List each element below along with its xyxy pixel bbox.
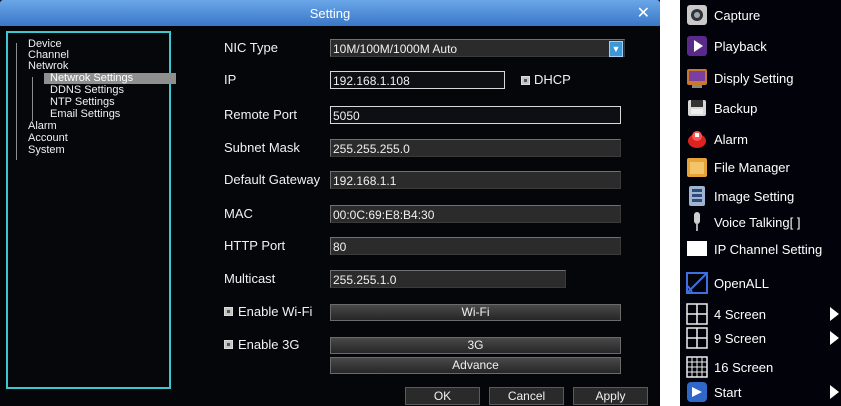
subnet-mask-field[interactable]: 255.255.255.0 [330,139,621,157]
menu-item-alarm[interactable]: Alarm [684,128,834,152]
menu-item-label: 4 Screen [714,307,767,322]
chevron-right-icon [830,385,839,399]
folder-icon [687,158,707,177]
menu-item-label: Image Setting [714,189,795,204]
menu-item-backup[interactable]: Backup [684,97,834,121]
camera-icon [687,5,707,25]
http-port-label: HTTP Port [224,238,286,253]
tree-item-system[interactable]: System [28,145,65,156]
menu-item-open-all[interactable]: OpenALL [684,272,834,296]
multicast-field[interactable]: 255.255.1.0 [330,270,566,288]
microphone-icon [694,212,700,231]
enable-wifi-label: Enable Wi-Fi [238,304,313,319]
tree-item-ntp-settings[interactable]: NTP Settings [50,97,115,108]
default-gateway-label: Default Gateway [224,172,321,187]
ip-label: IP [224,72,237,87]
enable-wifi-checkbox[interactable] [224,307,233,316]
ok-button[interactable]: OK [405,387,480,405]
advance-button[interactable]: Advance [330,357,621,374]
subnet-mask-label: Subnet Mask [224,140,300,155]
chevron-down-icon[interactable]: ▼ [609,41,623,57]
menu-item-label: IP Channel Setting [714,242,823,257]
menu-item-label: OpenALL [714,276,769,291]
menu-item-label: Playback [714,39,767,54]
menu-item-9-screen[interactable]: 9 Screen [684,327,839,351]
tree-item-network[interactable]: Netwrok [28,61,68,72]
enable-3g-checkbox[interactable] [224,340,233,349]
tree-item-alarm[interactable]: Alarm [28,121,57,132]
nic-type-value: 10M/100M/1000M Auto [333,42,458,56]
checkbox-icon [686,272,708,294]
multicast-label: Multicast [224,271,276,286]
menu-item-display-setting[interactable]: Disply Setting [684,67,834,91]
mac-label: MAC [224,206,253,221]
menu-item-capture[interactable]: Capture [684,4,834,28]
menu-item-label: 9 Screen [714,331,767,346]
menu-item-start[interactable]: Start [684,381,839,405]
default-gateway-field[interactable]: 192.168.1.1 [330,171,621,189]
play-icon [687,36,707,56]
tree-item-ddns-settings[interactable]: DDNS Settings [50,85,124,96]
menu-item-label: Start [714,385,742,400]
grid-9-icon [686,327,708,349]
close-icon[interactable]: ✕ [637,3,650,23]
menu-item-image-setting[interactable]: Image Setting [684,185,834,209]
mac-field[interactable]: 00:0C:69:E8:B4:30 [330,205,621,223]
backup-icon [688,100,706,116]
tree-item-account[interactable]: Account [28,133,68,144]
chevron-right-icon [830,307,839,321]
title-bar[interactable]: Setting ✕ [0,0,660,26]
alarm-icon [688,131,706,148]
tree-line [32,77,33,121]
wifi-button[interactable]: Wi-Fi [330,304,621,321]
ip-field[interactable]: 192.168.1.108 [330,71,505,89]
dhcp-label: DHCP [534,72,571,87]
menu-item-label: Disply Setting [714,71,794,86]
grid-4-icon [686,303,708,325]
apply-button[interactable]: Apply [573,387,648,405]
display-icon [687,69,707,88]
nic-type-select[interactable]: 10M/100M/1000M Auto ▼ [330,39,625,57]
setting-dialog: Setting ✕ Device Channel Netwrok Netwrok… [0,0,660,406]
settings-tree: Device Channel Netwrok Netwrok Settings … [6,31,176,389]
menu-item-4-screen[interactable]: 4 Screen [684,303,839,327]
remote-port-field[interactable]: 5050 [330,106,621,124]
menu-item-label: Capture [714,8,761,23]
menu-item-label: Voice Talking[ ] [714,215,801,230]
menu-item-label: 16 Screen [714,360,774,375]
http-port-field[interactable]: 80 [330,237,621,255]
start-icon [687,382,707,402]
tree-line [16,43,17,160]
nic-type-label: NIC Type [224,40,278,55]
dialog-title: Setting [309,6,351,21]
ip-channel-icon [687,241,707,256]
image-setting-icon [689,186,705,206]
cancel-button[interactable]: Cancel [489,387,564,405]
menu-item-playback[interactable]: Playback [684,35,834,59]
chevron-right-icon [830,331,839,345]
menu-item-label: Backup [714,101,758,116]
tree-item-network-settings[interactable]: Netwrok Settings [44,73,176,84]
3g-button[interactable]: 3G [330,337,621,354]
grid-16-icon [686,356,708,378]
tree-item-email-settings[interactable]: Email Settings [50,109,120,120]
menu-item-label: Alarm [714,132,748,147]
dhcp-checkbox[interactable] [521,76,530,85]
remote-port-label: Remote Port [224,107,297,122]
menu-item-label: File Manager [714,160,790,175]
menu-item-16-screen[interactable]: 16 Screen [684,356,834,380]
menu-item-voice-talking[interactable]: Voice Talking[ ] [684,211,834,235]
menu-item-file-manager[interactable]: File Manager [684,156,834,180]
enable-3g-label: Enable 3G [238,337,300,352]
menu-item-ip-channel-setting[interactable]: IP Channel Setting [684,238,834,262]
